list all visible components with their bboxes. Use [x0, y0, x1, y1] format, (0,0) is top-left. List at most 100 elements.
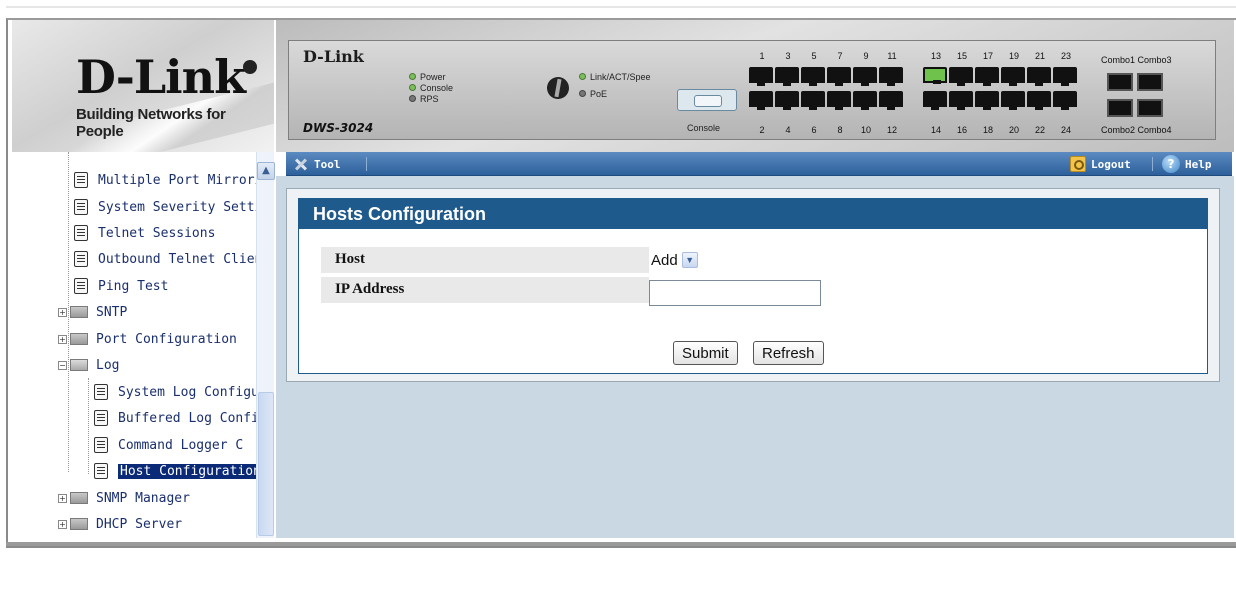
link-led-icon	[579, 73, 586, 80]
port-numbers-top-a: 1 3 5 7 9 11	[759, 51, 897, 61]
port-1-icon	[749, 67, 773, 86]
port-21-icon	[1027, 67, 1051, 86]
host-select-value: Add	[651, 251, 678, 269]
port-numbers-top-b: 13 15 17 19 21 23	[930, 51, 1071, 61]
port-4-icon	[775, 91, 799, 110]
page-icon	[74, 225, 88, 241]
status-leds: Power Console RPS	[409, 71, 453, 104]
port-14-icon	[923, 91, 947, 110]
logo-tagline: Building Networks for People	[76, 106, 226, 140]
tool-icon	[292, 156, 308, 172]
port-24-icon	[1053, 91, 1077, 110]
port-7-icon	[827, 67, 851, 86]
tree-item-sntp[interactable]: + SNTP	[58, 301, 127, 323]
port-9-icon	[853, 67, 877, 86]
port-3-icon	[775, 67, 799, 86]
ip-address-input[interactable]	[649, 280, 821, 306]
folder-icon	[70, 518, 88, 530]
tree-item-system-log-config[interactable]: System Log Configu	[94, 381, 259, 403]
tree-item-log[interactable]: − Log	[58, 354, 119, 376]
navigation-tree: Multiple Port Mirroring System Severity …	[36, 152, 274, 538]
port-8-icon	[827, 91, 851, 110]
tree-item-multiple-port-mirroring[interactable]: Multiple Port Mirroring	[74, 169, 274, 191]
console-port-icon	[677, 89, 737, 111]
dlink-logo: D-Link	[76, 54, 257, 100]
console-led-icon	[409, 84, 416, 91]
logout-icon	[1070, 156, 1086, 172]
expand-icon[interactable]: +	[58, 307, 67, 317]
combo3-port-icon	[1137, 73, 1163, 91]
port-6-icon	[801, 91, 825, 110]
help-label: Help	[1185, 157, 1212, 171]
port-23-icon	[1053, 67, 1077, 86]
ports-group-b	[923, 67, 1077, 110]
top-border	[6, 6, 1236, 8]
tree-item-telnet-sessions[interactable]: Telnet Sessions	[74, 222, 215, 244]
port-5-icon	[801, 67, 825, 86]
port-22-icon	[1027, 91, 1051, 110]
page-icon	[94, 463, 108, 479]
tree-item-dhcp-server[interactable]: + DHCP Server	[58, 513, 182, 535]
help-icon: ?	[1162, 155, 1180, 173]
tool-label: Tool	[314, 157, 341, 171]
port-2-icon	[749, 91, 773, 110]
folder-icon	[70, 492, 88, 504]
help-button[interactable]: ? Help	[1162, 155, 1212, 173]
ip-address-label: IP Address	[321, 277, 649, 303]
expand-icon[interactable]: +	[58, 334, 67, 344]
page-icon	[94, 384, 108, 400]
tree-item-host-configuration[interactable]: Host Configuration	[94, 460, 263, 482]
port-18-icon	[975, 91, 999, 110]
port-16-icon	[949, 91, 973, 110]
page-icon	[74, 172, 88, 188]
collapse-icon[interactable]: −	[58, 360, 67, 370]
scrollbar-thumb[interactable]	[258, 392, 274, 536]
host-select[interactable]: Add ▼	[649, 249, 698, 271]
rps-led-icon	[409, 95, 416, 102]
ports-group-a	[749, 67, 903, 110]
bottom-border	[6, 542, 1236, 546]
tree-item-snmp-manager[interactable]: + SNMP Manager	[58, 487, 190, 509]
combo-bottom-label: Combo2 Combo4	[1101, 125, 1172, 135]
refresh-button[interactable]: Refresh	[753, 341, 824, 365]
folder-icon	[70, 306, 88, 318]
submit-button[interactable]: Submit	[673, 341, 738, 365]
tree-item-outbound-telnet[interactable]: Outbound Telnet Clien	[74, 248, 262, 270]
port-12-icon	[879, 91, 903, 110]
page-icon	[74, 278, 88, 294]
hosts-configuration-panel: Hosts Configuration Host Add ▼ IP Addres…	[298, 198, 1208, 374]
mode-knob-icon	[542, 72, 574, 104]
combo1-port-icon	[1107, 73, 1133, 91]
expand-icon[interactable]: +	[58, 519, 67, 529]
tree-scrollbar[interactable]: ▲	[256, 152, 275, 538]
logout-button[interactable]: Logout	[1070, 155, 1131, 173]
combo2-port-icon	[1107, 99, 1133, 117]
port-17-icon	[975, 67, 999, 86]
logo-panel: D-Link Building Networks for People	[12, 20, 274, 152]
port-numbers-bottom-b: 14 16 18 20 22 24	[930, 125, 1071, 135]
chevron-down-icon[interactable]: ▼	[681, 252, 698, 268]
page-icon	[94, 437, 108, 453]
top-toolbar: Tool Logout ? Help	[286, 152, 1232, 176]
port-11-icon	[879, 67, 903, 86]
expand-icon[interactable]: +	[58, 493, 67, 503]
tree-item-port-configuration[interactable]: + Port Configuration	[58, 328, 237, 350]
scroll-up-icon[interactable]: ▲	[257, 162, 275, 180]
port-19-icon	[1001, 67, 1025, 86]
page-icon	[74, 199, 88, 215]
tree-item-ping-test[interactable]: Ping Test	[74, 275, 168, 297]
combo4-port-icon	[1137, 99, 1163, 117]
tree-item-system-severity[interactable]: System Severity Setti	[74, 196, 262, 218]
panel-title: Hosts Configuration	[299, 199, 1207, 229]
tool-menu[interactable]: Tool	[292, 155, 341, 173]
logout-label: Logout	[1091, 157, 1131, 171]
port-13-icon	[923, 67, 947, 84]
toolbar-divider	[1152, 157, 1153, 171]
folder-icon	[70, 333, 88, 345]
open-folder-icon	[70, 359, 88, 371]
tree-item-command-logger[interactable]: Command Logger C	[94, 434, 243, 456]
host-label: Host	[321, 247, 649, 273]
tree-item-buffered-log-config[interactable]: Buffered Log Config	[94, 407, 267, 429]
device-brand: D-Link	[303, 47, 364, 66]
power-led-icon	[409, 73, 416, 80]
